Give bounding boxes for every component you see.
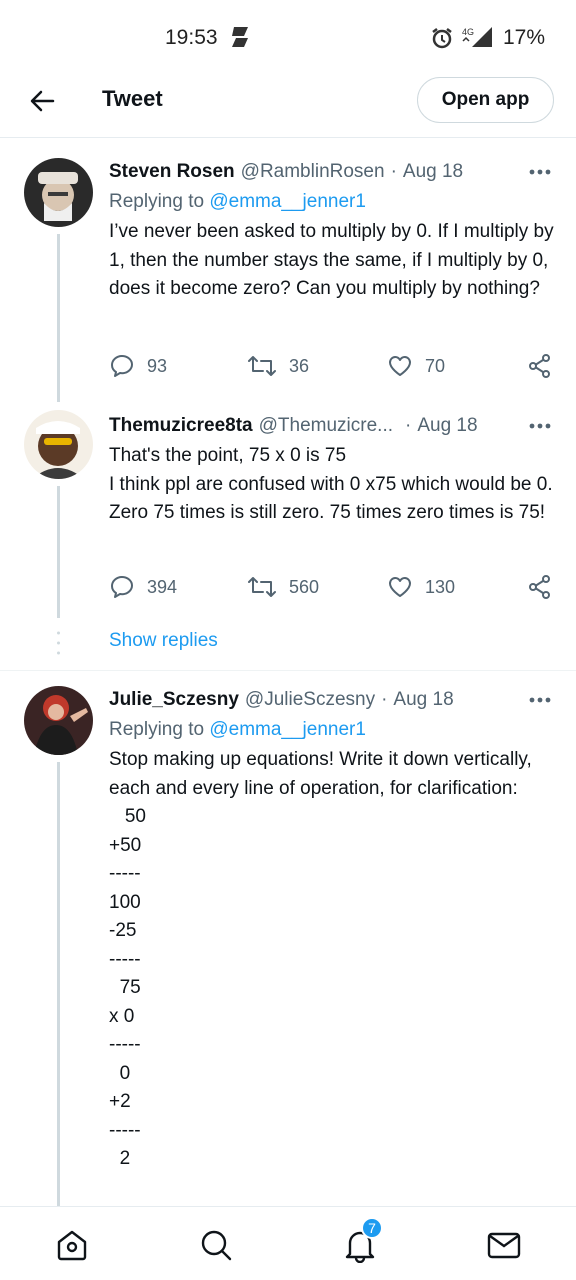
nav-home[interactable]: [54, 1227, 90, 1263]
mention-link[interactable]: @emma__jenner1: [209, 191, 366, 212]
heart-icon: [389, 356, 411, 376]
open-app-button[interactable]: Open app: [417, 77, 554, 123]
more-icon: [529, 423, 551, 429]
signal-icon: 4G: [462, 26, 494, 53]
retweet-count: 560: [289, 576, 320, 597]
tweet-header: Julie_Sczesny @JulieSczesny · Aug 18: [109, 686, 559, 714]
divider: [0, 670, 576, 671]
retweet-count: 36: [289, 355, 310, 376]
data-saver-icon: [230, 26, 250, 53]
author-handle[interactable]: @JulieSczesny: [245, 689, 375, 711]
reply-icon: [111, 576, 133, 598]
more-options-button[interactable]: [525, 158, 555, 186]
replying-to-prefix: Replying to: [109, 719, 205, 740]
like-count: 130: [425, 576, 456, 597]
tweet-header: Themuzicree8ta @Themuzicre... · Aug 18: [109, 412, 559, 440]
mention-link[interactable]: @emma__jenner1: [209, 719, 366, 740]
share-button[interactable]: [527, 351, 553, 381]
tweet-text: Stop making up equations! Write it down …: [109, 749, 532, 1169]
nav-messages[interactable]: [486, 1227, 522, 1263]
battery-level: 17%: [503, 26, 546, 49]
tweet-header: Steven Rosen @RamblinRosen · Aug 18: [109, 158, 559, 186]
avatar[interactable]: [24, 686, 93, 755]
thread-dots: [57, 630, 60, 656]
page-title: Tweet: [102, 86, 163, 111]
tweet-content: Themuzicree8ta @Themuzicre... · Aug 18 T…: [109, 412, 559, 528]
like-button[interactable]: 130: [387, 572, 455, 602]
search-icon: [201, 1230, 232, 1261]
heart-icon: [389, 577, 411, 597]
thread-line: [57, 486, 60, 618]
reply-count: 93: [147, 355, 168, 376]
retweet-icon: [248, 356, 276, 376]
nav-search[interactable]: [198, 1227, 234, 1263]
reply-icon: [111, 355, 133, 377]
header: Tweet Open app: [0, 72, 576, 138]
tweet-content: Steven Rosen @RamblinRosen · Aug 18 Repl…: [109, 158, 559, 304]
show-replies-link[interactable]: Show replies: [109, 630, 218, 652]
replying-to: Replying to @emma__jenner1: [109, 716, 559, 744]
status-time: 19:53: [165, 26, 218, 49]
author-handle[interactable]: @RamblinRosen: [241, 161, 385, 183]
status-bar: 19:53 4G 17%: [0, 0, 576, 72]
notifications-badge: 7: [361, 1217, 383, 1239]
separator-dot: ·: [381, 689, 388, 710]
more-icon: [529, 169, 551, 175]
avatar[interactable]: [24, 410, 93, 479]
tweet-date[interactable]: Aug 18: [403, 161, 463, 183]
author-handle[interactable]: @Themuzicre...: [259, 415, 393, 437]
more-options-button[interactable]: [525, 412, 555, 440]
like-count: 70: [425, 355, 446, 376]
mail-icon: [487, 1232, 521, 1259]
avatar[interactable]: [24, 158, 93, 227]
more-options-button[interactable]: [525, 686, 555, 714]
share-button[interactable]: [527, 572, 553, 602]
reply-count: 394: [147, 576, 178, 597]
back-button[interactable]: [28, 86, 58, 116]
reply-button[interactable]: 394: [109, 572, 177, 602]
tweet-content: Julie_Sczesny @JulieSczesny · Aug 18 Rep…: [109, 686, 559, 1174]
arrow-left-icon: [30, 90, 55, 112]
author-name[interactable]: Julie_Sczesny: [109, 689, 239, 711]
alarm-icon: [431, 27, 453, 54]
separator-dot: ·: [405, 415, 412, 436]
more-icon: [529, 697, 551, 703]
home-icon: [57, 1230, 87, 1261]
tweet-actions: 394 560 130: [109, 572, 557, 602]
tweet-actions: 93 36 70: [109, 351, 557, 381]
author-name[interactable]: Themuzicree8ta: [109, 415, 253, 437]
bottom-nav: [0, 1206, 576, 1280]
share-icon: [529, 354, 550, 378]
network-type: 4G: [462, 27, 474, 37]
author-name[interactable]: Steven Rosen: [109, 161, 235, 183]
retweet-button[interactable]: 36: [247, 351, 309, 381]
reply-button[interactable]: 93: [109, 351, 167, 381]
tweet-text: That's the point, 75 x 0 is 75 I think p…: [109, 445, 553, 523]
like-button[interactable]: 70: [387, 351, 445, 381]
retweet-button[interactable]: 560: [247, 572, 319, 602]
retweet-icon: [248, 577, 276, 597]
replying-to: Replying to @emma__jenner1: [109, 188, 559, 216]
share-icon: [529, 575, 550, 599]
thread-line: [57, 762, 60, 1206]
tweet-date[interactable]: Aug 18: [393, 689, 453, 711]
thread-line: [57, 234, 60, 402]
separator-dot: ·: [390, 161, 397, 182]
tweet-text: I’ve never been asked to multiply by 0. …: [109, 221, 559, 299]
tweet-date[interactable]: Aug 18: [417, 415, 477, 437]
replying-to-prefix: Replying to: [109, 191, 205, 212]
